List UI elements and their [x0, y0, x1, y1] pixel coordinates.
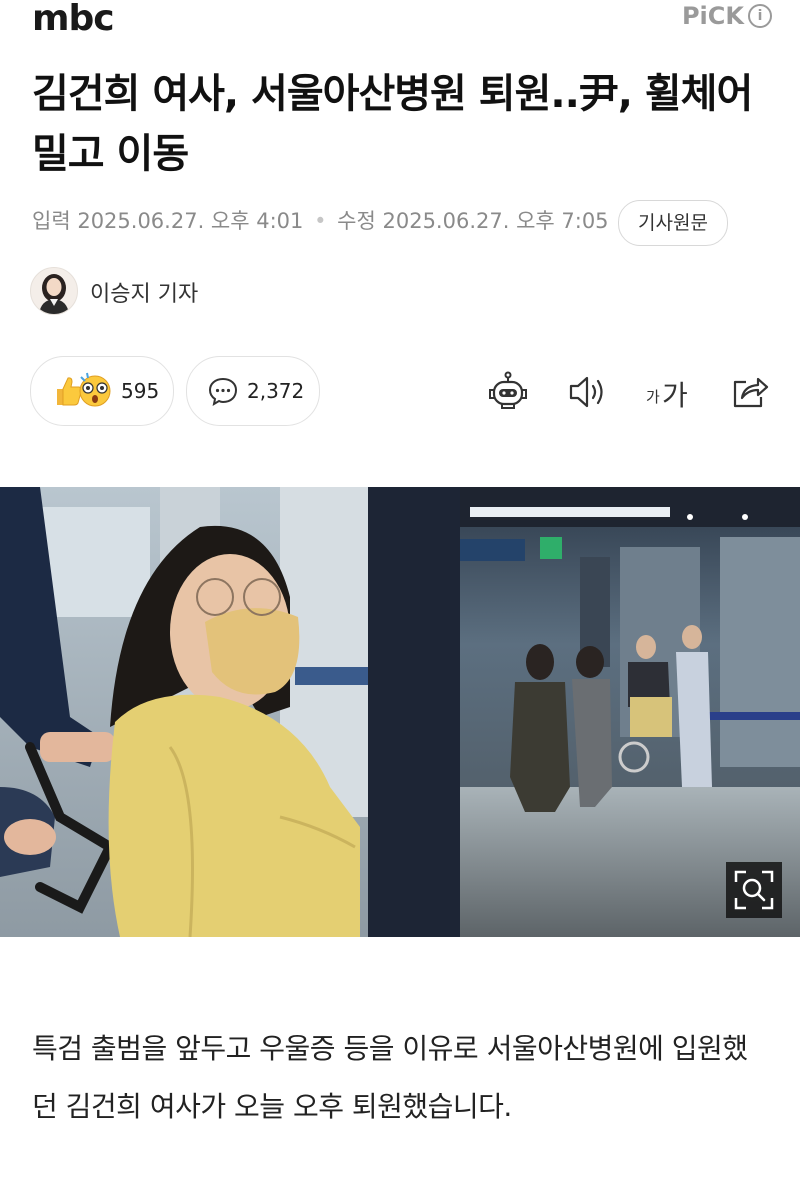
press-logo[interactable]: mbc	[32, 0, 115, 39]
speaker-icon[interactable]	[566, 370, 610, 414]
robot-summary-icon[interactable]	[486, 370, 530, 414]
article-title: 김건희 여사, 서울아산병원 퇴원..尹, 휠체어 밀고 이동	[32, 71, 753, 177]
article-body: 특검 출범을 앞두고 우울증 등을 이유로 서울아산병원에 입원했던 김건희 여…	[32, 1032, 748, 1123]
edit-label: 수정	[337, 209, 376, 233]
share-icon[interactable]	[728, 370, 772, 414]
reporter-name[interactable]: 이승지 기자	[90, 276, 198, 308]
article-meta: 입력 2025.06.27. 오후 4:01 • 수정 2025.06.27. …	[32, 205, 609, 235]
top-bar: mbc PiCK i	[0, 0, 800, 40]
comment-count: 2,372	[247, 379, 305, 403]
edit-time: 2025.06.27. 오후 7:05	[382, 209, 609, 233]
meta-separator: •	[314, 209, 327, 233]
font-size-large-label: 가	[662, 379, 688, 412]
input-time: 2025.06.27. 오후 4:01	[77, 209, 304, 233]
original-article-button[interactable]: 기사원문	[618, 200, 728, 246]
font-size-small-label: 가	[646, 388, 660, 406]
comment-button[interactable]: 2,372	[186, 356, 320, 426]
info-icon[interactable]: i	[748, 4, 772, 28]
surprised-face-icon	[77, 371, 113, 413]
reaction-button[interactable]: 595	[30, 356, 174, 426]
font-size-icon[interactable]: 가 가	[644, 370, 692, 414]
article-photo[interactable]	[0, 487, 800, 937]
input-label: 입력	[32, 209, 71, 233]
reaction-count: 595	[121, 379, 160, 403]
pick-label[interactable]: PiCK	[682, 2, 744, 30]
zoom-icon[interactable]	[726, 862, 782, 918]
comment-icon	[207, 375, 239, 411]
reporter-avatar[interactable]	[30, 267, 78, 315]
